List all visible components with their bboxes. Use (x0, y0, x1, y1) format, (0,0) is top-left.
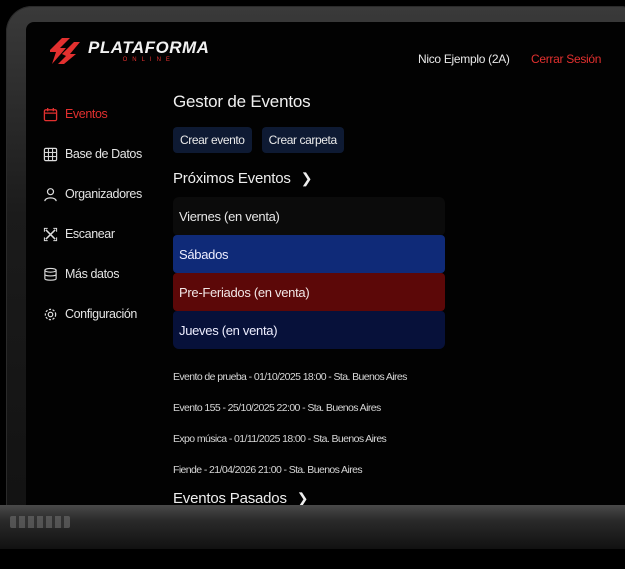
logo-subtitle: ONLINE (122, 57, 175, 63)
sidebar-item-label: Base de Datos (65, 147, 142, 161)
event-item[interactable]: Fiende - 21/04/2026 21:00 - Sta. Buenos … (173, 454, 463, 485)
event-item[interactable]: Evento de prueba - 01/10/2025 18:00 - St… (173, 361, 463, 392)
sidebar-item-mas-datos[interactable]: Más datos (42, 254, 142, 294)
event-list: Evento de prueba - 01/10/2025 18:00 - St… (173, 361, 463, 485)
folder-card[interactable]: Pre-Feriados (en venta) (173, 273, 445, 311)
logout-link[interactable]: Cerrar Sesión (531, 52, 601, 66)
sidebar-item-label: Eventos (65, 107, 108, 121)
folder-card[interactable]: Sábados (173, 235, 445, 273)
create-event-button[interactable]: Crear evento (173, 127, 252, 153)
sidebar-item-label: Escanear (65, 227, 115, 241)
sidebar-item-configuracion[interactable]: Configuración (42, 294, 142, 334)
users-icon (42, 186, 58, 202)
logo-title: PLATAFORMA (88, 38, 210, 57)
calendar-icon (42, 106, 58, 122)
sidebar-item-label: Organizadores (65, 187, 142, 201)
sidebar: Eventos Base de Datos Organizadores Esca… (42, 94, 142, 334)
sidebar-item-base-de-datos[interactable]: Base de Datos (42, 134, 142, 174)
sidebar-item-label: Más datos (65, 267, 120, 281)
laptop-base (0, 505, 625, 549)
stack-icon (42, 266, 58, 282)
chevron-right-icon: ❯ (300, 170, 313, 186)
user-name: Nico Ejemplo (2A) (418, 52, 510, 66)
upcoming-events-heading[interactable]: Próximos Eventos ❯ (173, 170, 463, 187)
create-folder-button[interactable]: Crear carpeta (261, 127, 344, 153)
sidebar-item-escanear[interactable]: Escanear (42, 214, 142, 254)
laptop-frame: PLATAFORMA ONLINE Nico Ejemplo (2A) Cerr… (6, 6, 625, 526)
main-content: Gestor de Eventos Crear evento Crear car… (173, 92, 463, 507)
folder-card[interactable]: Viernes (en venta) (173, 197, 445, 235)
gear-icon (42, 306, 58, 322)
laptop-vent (10, 516, 70, 528)
database-grid-icon (42, 146, 58, 162)
scan-x-icon (42, 226, 58, 242)
event-item[interactable]: Evento 155 - 25/10/2025 22:00 - Sta. Bue… (173, 392, 463, 423)
sidebar-item-organizadores[interactable]: Organizadores (42, 174, 142, 214)
logo-bolt-icon (50, 38, 80, 64)
folder-card[interactable]: Jueves (en venta) (173, 311, 445, 349)
action-bar: Crear evento Crear carpeta (173, 127, 463, 153)
upcoming-events-label: Próximos Eventos (173, 170, 291, 187)
event-item[interactable]: Expo música - 01/11/2025 18:00 - Sta. Bu… (173, 423, 463, 454)
folder-list: Viernes (en venta) Sábados Pre-Feriados … (173, 197, 445, 349)
app-screen: PLATAFORMA ONLINE Nico Ejemplo (2A) Cerr… (26, 22, 625, 512)
sidebar-item-label: Configuración (65, 307, 137, 321)
sidebar-item-eventos[interactable]: Eventos (42, 94, 142, 134)
page-title: Gestor de Eventos (173, 92, 311, 111)
brand-logo[interactable]: PLATAFORMA ONLINE (46, 36, 209, 66)
